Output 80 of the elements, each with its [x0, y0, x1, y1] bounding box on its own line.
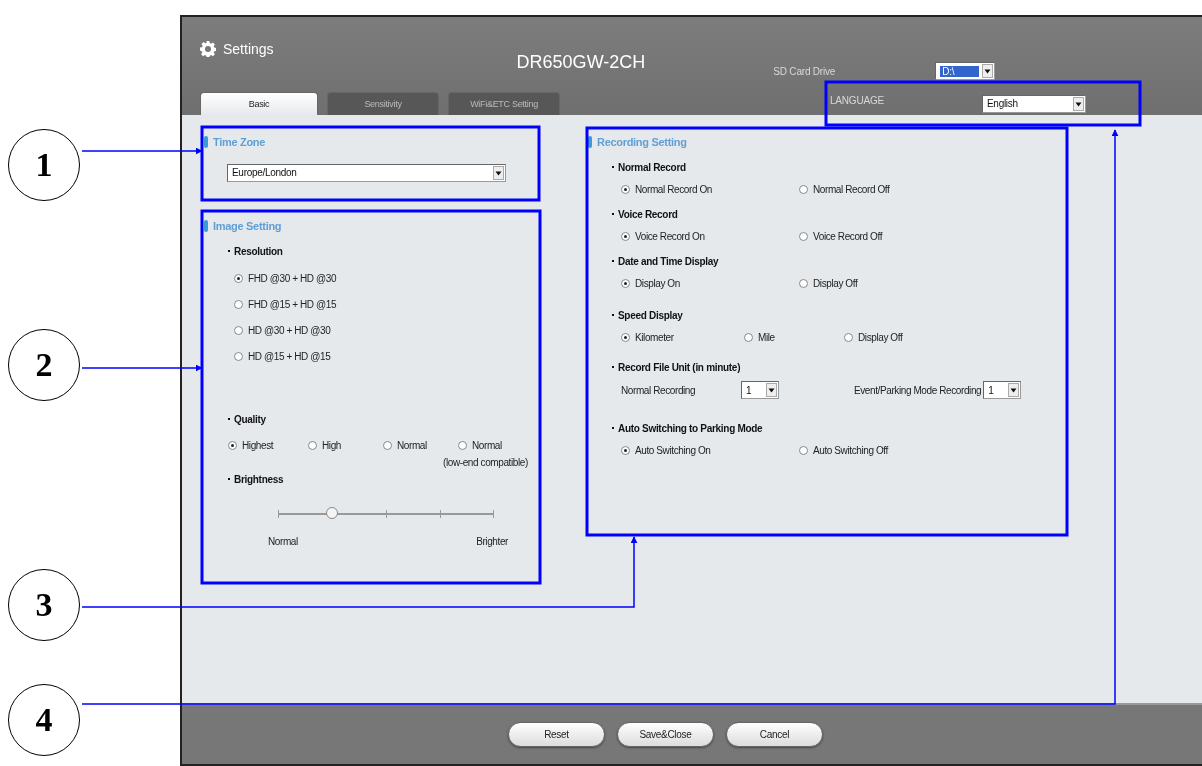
setting-heading: Brightness	[234, 474, 284, 487]
option-label: Display Off	[813, 277, 858, 289]
option-label: Normal Record On	[635, 183, 712, 195]
setting-heading: Date and Time Display	[618, 256, 719, 269]
radio-button[interactable]	[308, 441, 317, 450]
radio-button[interactable]	[621, 184, 630, 194]
option-label: Display On	[635, 277, 680, 289]
radio-button[interactable]	[383, 441, 392, 450]
footer-button[interactable]: Save&Close	[617, 722, 714, 747]
setting-heading: Normal Record	[618, 162, 686, 175]
field-label: Normal Recording	[621, 384, 697, 396]
callout-number: 3	[8, 569, 80, 641]
radio-button[interactable]	[234, 326, 243, 335]
setting-heading: Resolution	[234, 246, 283, 259]
setting-heading: Auto Switching to Parking Mode	[618, 423, 763, 436]
option-label: Highest	[242, 440, 274, 451]
tab[interactable]: Sensitivity	[327, 92, 439, 115]
tab[interactable]: Basic	[200, 92, 318, 115]
radio-button[interactable]	[621, 332, 630, 342]
section-marker	[588, 136, 592, 148]
setting-heading: Record File Unit (in minute)	[618, 362, 741, 375]
radio-button[interactable]	[234, 274, 243, 283]
option-label: HD @30 + HD @30	[248, 325, 331, 336]
section-title: Time Zone	[213, 136, 266, 148]
radio-button[interactable]	[744, 332, 753, 342]
footer-button[interactable]: Reset	[508, 722, 605, 747]
radio-button[interactable]	[621, 231, 630, 241]
radio-button[interactable]	[621, 445, 630, 455]
callout-number: 4	[8, 684, 80, 756]
option-label: Auto Switching Off	[813, 444, 888, 456]
option-label: Display Off	[858, 331, 903, 343]
footer-button[interactable]: Cancel	[726, 722, 823, 747]
slider-label: Brighter	[476, 536, 508, 547]
tab[interactable]: WiFi&ETC Setting	[448, 92, 560, 115]
radio-button[interactable]	[621, 278, 630, 288]
setting-heading: Speed Display	[618, 310, 683, 323]
option-note: (low-end compatible)	[443, 457, 529, 468]
slider-thumb[interactable]	[326, 507, 338, 519]
option-label: Voice Record Off	[813, 230, 882, 242]
radio-button[interactable]	[799, 445, 808, 455]
section-title: Recording Setting	[597, 136, 687, 148]
option-label: FHD @30 + HD @30	[248, 273, 337, 284]
callout-number: 1	[8, 129, 80, 201]
option-label: Normal	[397, 440, 427, 451]
option-label: Mile	[758, 331, 775, 343]
field-label: Event/Parking Mode Recording	[854, 384, 982, 396]
field-label: SD Card Drive	[773, 65, 837, 77]
radio-button[interactable]	[799, 231, 808, 241]
radio-button[interactable]	[234, 352, 243, 361]
option-label: Kilometer	[635, 331, 674, 343]
field-label: LANGUAGE	[830, 95, 885, 108]
option-label: Normal	[472, 440, 502, 451]
dropdown[interactable]: Europe/London	[227, 163, 506, 182]
section-marker	[204, 220, 208, 232]
section-marker	[204, 136, 208, 148]
radio-button[interactable]	[228, 441, 237, 450]
gear-icon	[200, 41, 216, 57]
slider-label: Normal	[268, 536, 298, 547]
radio-button[interactable]	[234, 300, 243, 309]
radio-button[interactable]	[844, 332, 853, 342]
callout-number: 2	[8, 329, 80, 401]
option-label: FHD @15 + HD @15	[248, 299, 337, 310]
dropdown[interactable]: D:\	[935, 62, 996, 80]
radio-button[interactable]	[799, 184, 808, 194]
setting-heading: Quality	[234, 414, 266, 427]
window-title: Settings	[223, 41, 274, 57]
option-label: HD @15 + HD @15	[248, 351, 331, 362]
section-title: Image Setting	[213, 220, 282, 232]
dropdown[interactable]: 1	[983, 381, 1022, 399]
dropdown[interactable]: 1	[741, 381, 779, 399]
device-model: DR650GW-2CH	[516, 52, 646, 74]
setting-heading: Voice Record	[618, 209, 678, 222]
dropdown[interactable]: English	[982, 94, 1086, 113]
radio-button[interactable]	[458, 441, 467, 450]
radio-button[interactable]	[799, 278, 808, 288]
option-label: Normal Record Off	[813, 183, 890, 195]
option-label: High	[322, 440, 341, 451]
brightness-slider[interactable]	[278, 508, 494, 520]
option-label: Voice Record On	[635, 230, 705, 242]
option-label: Auto Switching On	[635, 444, 711, 456]
